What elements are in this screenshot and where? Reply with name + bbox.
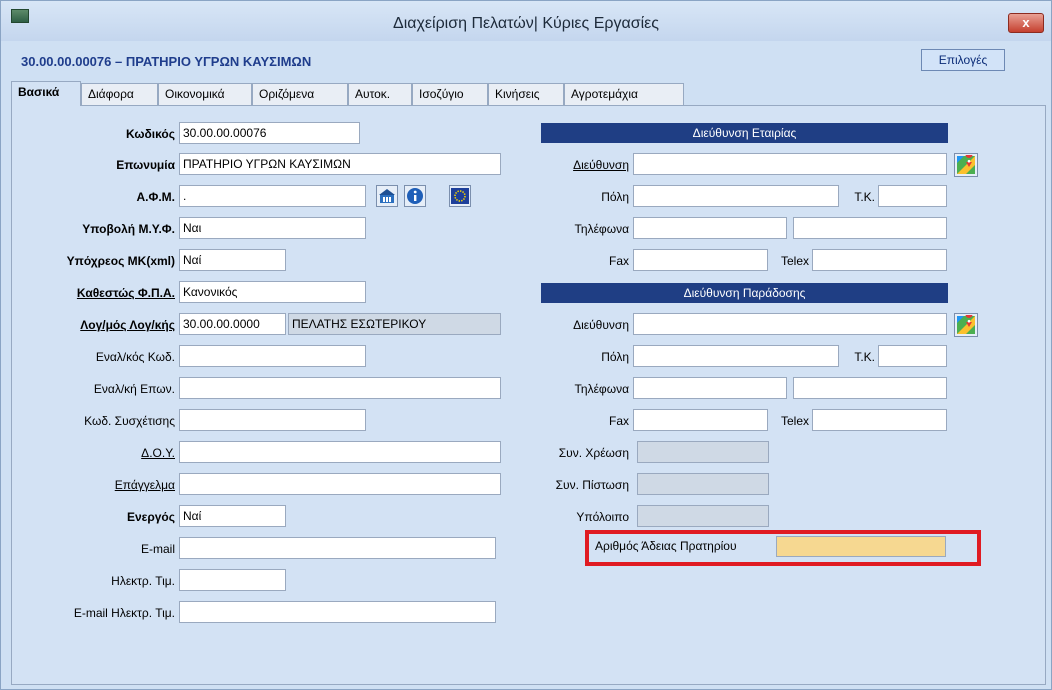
delivery-address-label: Διεύθυνση	[573, 318, 629, 332]
company-phones-label: Τηλέφωνα	[574, 222, 629, 236]
relation-code-field[interactable]	[179, 409, 366, 431]
tab-defined[interactable]: Οριζόμενα	[252, 83, 348, 105]
myf-field[interactable]: Ναι	[179, 217, 366, 239]
info-icon[interactable]	[404, 185, 426, 207]
myf-label: Υποβολή Μ.Υ.Φ.	[82, 222, 175, 236]
map-icon[interactable]	[954, 313, 978, 337]
company-address-label[interactable]: Διεύθυνση	[521, 155, 629, 175]
company-fax-label: Fax	[608, 254, 629, 268]
delivery-phone1-field[interactable]	[633, 377, 787, 399]
delivery-address-section: Διεύθυνση Παράδοσης	[541, 283, 948, 303]
email-label: E-mail	[140, 542, 175, 556]
active-field[interactable]: Ναί	[179, 505, 286, 527]
close-button[interactable]: x	[1008, 13, 1044, 33]
afm-field[interactable]: .	[179, 185, 366, 207]
einvoice-label: Ηλεκτρ. Τιμ.	[111, 574, 175, 588]
tab-auto[interactable]: Αυτοκ.	[348, 83, 412, 105]
total-debit-field	[637, 441, 769, 463]
delivery-city-label: Πόλη	[601, 350, 629, 364]
balance-field	[637, 505, 769, 527]
total-credit-field	[637, 473, 769, 495]
delivery-zip-field[interactable]	[878, 345, 947, 367]
total-credit-label: Συν. Πίστωση	[555, 478, 629, 492]
delivery-address-field[interactable]	[633, 313, 947, 335]
tab-agricultural-plots[interactable]: Αγροτεμάχια	[564, 83, 684, 105]
eu-vies-icon[interactable]	[449, 185, 471, 207]
alt-code-field[interactable]	[179, 345, 366, 367]
mk-field[interactable]: Ναί	[179, 249, 286, 271]
company-telex-field[interactable]	[812, 249, 947, 271]
company-telex-label: Telex	[780, 254, 809, 268]
taxis-building-icon[interactable]	[376, 185, 398, 207]
code-label: Κωδικός	[125, 127, 175, 141]
delivery-zip-label: Τ.Κ.	[854, 350, 875, 364]
doy-label[interactable]: Δ.Ο.Υ.	[21, 443, 175, 463]
email-field[interactable]	[179, 537, 496, 559]
doy-field[interactable]	[179, 441, 501, 463]
map-icon[interactable]	[954, 153, 978, 177]
delivery-telex-label: Telex	[780, 414, 809, 428]
company-zip-field[interactable]	[878, 185, 947, 207]
vat-status-field[interactable]: Κανονικός	[179, 281, 366, 303]
delivery-city-field[interactable]	[633, 345, 839, 367]
balance-label: Υπόλοιπο	[576, 510, 629, 524]
delivery-fax-field[interactable]	[633, 409, 768, 431]
account-label[interactable]: Λογ/μός Λογ/κής	[21, 315, 175, 335]
company-fax-field[interactable]	[633, 249, 768, 271]
title-bar: Διαχείριση Πελατών| Κύριες Εργασίες x	[1, 1, 1051, 41]
code-field[interactable]: 30.00.00.00076	[179, 122, 360, 144]
profession-field[interactable]	[179, 473, 501, 495]
company-phone2-field[interactable]	[793, 217, 947, 239]
account-name-field: ΠΕΛΑΤΗΣ ΕΣΩΤΕΡΙΚΟΥ	[288, 313, 501, 335]
company-city-field[interactable]	[633, 185, 839, 207]
company-zip-label: Τ.Κ.	[854, 190, 875, 204]
account-code-field[interactable]: 30.00.00.0000	[179, 313, 286, 335]
company-phone1-field[interactable]	[633, 217, 787, 239]
einvoice-email-label: E-mail Ηλεκτρ. Τιμ.	[73, 606, 175, 620]
alt-name-label: Εναλ/κή Επων.	[93, 382, 175, 396]
tab-transactions[interactable]: Κινήσεις	[488, 83, 564, 105]
customer-management-window: Διαχείριση Πελατών| Κύριες Εργασίες x 30…	[0, 0, 1052, 690]
highlight-box	[585, 530, 981, 566]
mk-label: Υπόχρεος ΜΚ(xml)	[66, 254, 175, 268]
delivery-phones-label: Τηλέφωνα	[574, 382, 629, 396]
name-label: Επωνυμία	[116, 158, 175, 172]
relation-code-label: Κωδ. Συσχέτισης	[84, 414, 175, 428]
tab-financial[interactable]: Οικονομικά	[158, 83, 252, 105]
total-debit-label: Συν. Χρέωση	[558, 446, 629, 460]
alt-code-label: Εναλ/κός Κωδ.	[95, 350, 175, 364]
tab-misc[interactable]: Διάφορα	[81, 83, 158, 105]
tab-basic[interactable]: Βασικά	[11, 81, 81, 106]
options-button[interactable]: Επιλογές	[921, 49, 1005, 71]
afm-label: Α.Φ.Μ.	[136, 190, 175, 204]
tab-trial-balance[interactable]: Ισοζύγιο	[412, 83, 488, 105]
active-label: Ενεργός	[126, 510, 175, 524]
name-field[interactable]: ΠΡΑΤΗΡΙΟ ΥΓΡΩΝ ΚΑΥΣΙΜΩΝ	[179, 153, 501, 175]
company-address-section: Διεύθυνση Εταιρίας	[541, 123, 948, 143]
vat-status-label[interactable]: Καθεστώς Φ.Π.Α.	[21, 283, 175, 303]
window-title: Διαχείριση Πελατών| Κύριες Εργασίες	[393, 15, 659, 32]
delivery-phone2-field[interactable]	[793, 377, 947, 399]
profession-label[interactable]: Επάγγελμα	[21, 475, 175, 495]
einvoice-field[interactable]	[179, 569, 286, 591]
company-address-field[interactable]	[633, 153, 947, 175]
delivery-fax-label: Fax	[608, 414, 629, 428]
alt-name-field[interactable]	[179, 377, 501, 399]
einvoice-email-field[interactable]	[179, 601, 496, 623]
company-city-label: Πόλη	[601, 190, 629, 204]
record-header: 30.00.00.00076 – ΠΡΑΤΗΡΙΟ ΥΓΡΩΝ ΚΑΥΣΙΜΩΝ	[21, 54, 312, 69]
delivery-telex-field[interactable]	[812, 409, 947, 431]
